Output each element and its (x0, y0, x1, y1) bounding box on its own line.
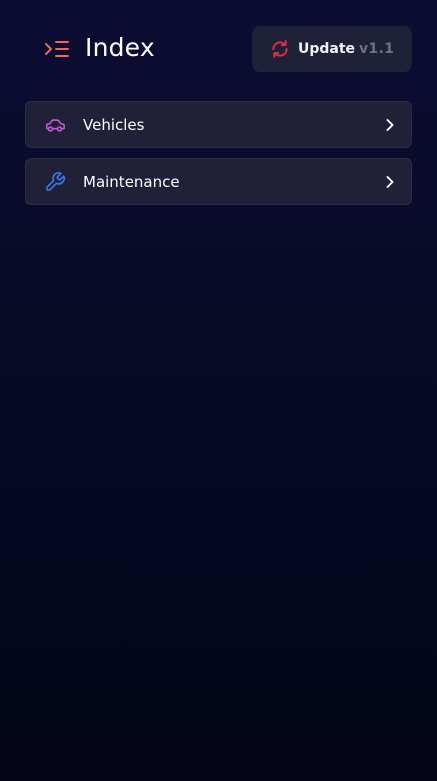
chevron-right-icon (386, 176, 394, 188)
chevron-right-icon (386, 119, 394, 131)
update-button[interactable]: Update v1.1 (252, 26, 412, 72)
header: Index Update v1.1 (0, 0, 437, 96)
car-icon (45, 119, 65, 132)
menu-item-vehicles[interactable]: Vehicles (25, 101, 412, 148)
indent-list-icon (45, 41, 69, 57)
menu-item-label: Vehicles (83, 116, 145, 134)
menu-item-maintenance[interactable]: Maintenance (25, 158, 412, 205)
page-title: Index (85, 33, 155, 62)
version-badge: v1.1 (359, 41, 395, 57)
menu-item-label: Maintenance (83, 173, 180, 191)
wrench-icon (46, 172, 65, 191)
refresh-icon (272, 40, 288, 58)
update-label: Update (298, 41, 356, 57)
